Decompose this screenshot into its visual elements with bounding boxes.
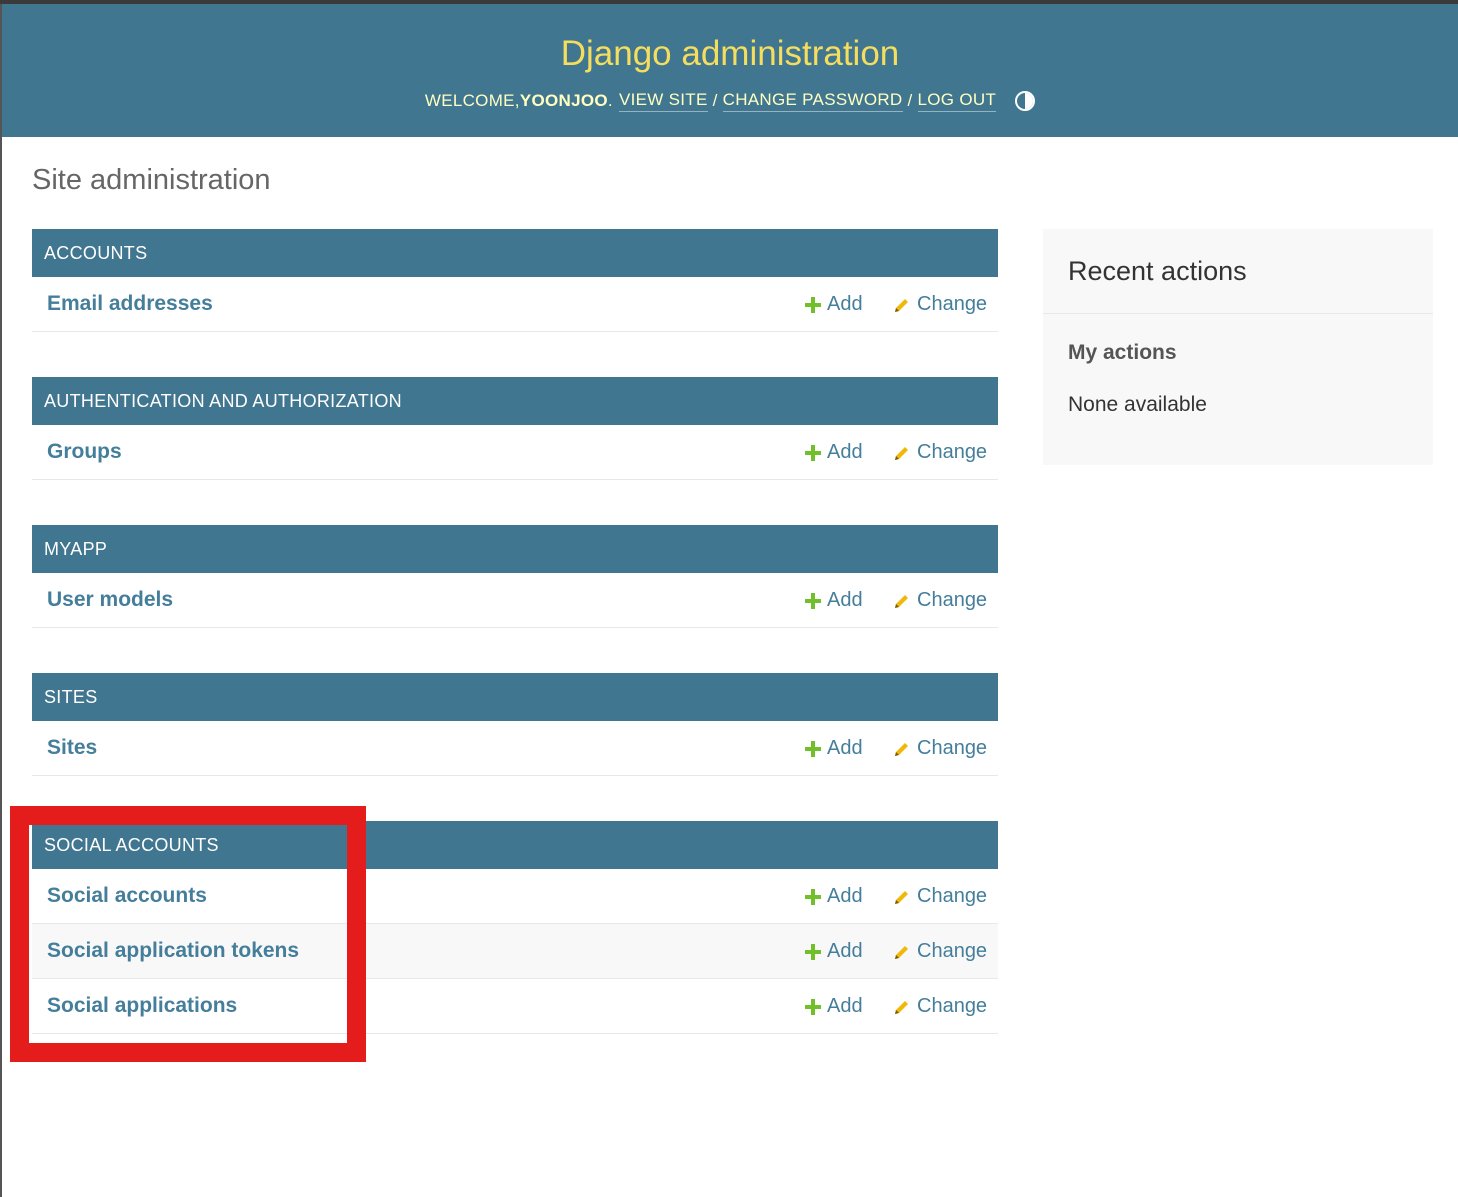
pencil-icon bbox=[895, 594, 908, 608]
model-link[interactable]: Social accounts bbox=[47, 884, 207, 908]
model-link[interactable]: Social applications bbox=[47, 994, 237, 1018]
contrast-toggle-icon[interactable] bbox=[1015, 91, 1036, 111]
add-label: Add bbox=[827, 885, 863, 907]
change-label: Change bbox=[917, 293, 988, 315]
module-caption[interactable]: SOCIAL ACCOUNTS bbox=[32, 821, 998, 869]
pencil-icon bbox=[895, 742, 908, 756]
module-social-accounts: SOCIAL ACCOUNTS Social accounts Add Chan… bbox=[32, 821, 998, 1034]
model-link[interactable]: Email addresses bbox=[47, 292, 213, 316]
plus-icon bbox=[805, 740, 821, 757]
window-left-edge bbox=[0, 4, 2, 1197]
module-accounts: ACCOUNTS Email addresses Add Change bbox=[32, 229, 998, 332]
model-link[interactable]: User models bbox=[47, 588, 173, 612]
site-branding[interactable]: Django administration bbox=[2, 34, 1458, 74]
change-button[interactable]: Change bbox=[893, 940, 987, 963]
plus-icon bbox=[805, 296, 821, 313]
model-link[interactable]: Sites bbox=[47, 736, 97, 760]
change-label: Change bbox=[917, 589, 988, 611]
plus-icon bbox=[805, 943, 821, 960]
change-label: Change bbox=[917, 995, 988, 1017]
change-button[interactable]: Change bbox=[893, 293, 987, 316]
username-suffix: . bbox=[607, 91, 613, 110]
add-label: Add bbox=[827, 995, 863, 1017]
module-sites: SITES Sites Add Change bbox=[32, 673, 998, 776]
add-button[interactable]: Add bbox=[805, 589, 863, 612]
module-caption[interactable]: ACCOUNTS bbox=[32, 229, 998, 277]
change-label: Change bbox=[917, 940, 988, 962]
user-tools: WELCOME, YOONJOO . VIEW SITE / CHANGE PA… bbox=[2, 90, 1458, 112]
pencil-icon bbox=[895, 298, 908, 312]
add-button[interactable]: Add bbox=[805, 885, 863, 908]
model-row-social-applications: Social applications Add Change bbox=[32, 979, 998, 1034]
add-button[interactable]: Add bbox=[805, 293, 863, 316]
change-button[interactable]: Change bbox=[893, 737, 987, 760]
add-label: Add bbox=[827, 940, 863, 962]
admin-header: Django administration WELCOME, YOONJOO .… bbox=[2, 4, 1458, 137]
plus-icon bbox=[805, 888, 821, 905]
empty-actions-text: None available bbox=[1068, 393, 1207, 416]
change-button[interactable]: Change bbox=[893, 995, 987, 1018]
add-label: Add bbox=[827, 441, 863, 463]
add-button[interactable]: Add bbox=[805, 737, 863, 760]
pencil-icon bbox=[895, 1000, 908, 1014]
username: YOONJOO bbox=[519, 91, 608, 110]
module-caption[interactable]: MYAPP bbox=[32, 525, 998, 573]
add-label: Add bbox=[827, 737, 863, 759]
module-caption[interactable]: SITES bbox=[32, 673, 998, 721]
change-button[interactable]: Change bbox=[893, 441, 987, 464]
add-label: Add bbox=[827, 293, 863, 315]
plus-icon bbox=[805, 998, 821, 1015]
change-button[interactable]: Change bbox=[893, 885, 987, 908]
model-row-user-models: User models Add Change bbox=[32, 573, 998, 628]
page-title: Site administration bbox=[32, 164, 271, 196]
plus-icon bbox=[805, 444, 821, 461]
change-button[interactable]: Change bbox=[893, 589, 987, 612]
module-caption[interactable]: AUTHENTICATION AND AUTHORIZATION bbox=[32, 377, 998, 425]
pencil-icon bbox=[895, 945, 908, 959]
my-actions-heading: My actions bbox=[1068, 341, 1177, 364]
separator: / bbox=[907, 91, 913, 110]
add-button[interactable]: Add bbox=[805, 441, 863, 464]
add-button[interactable]: Add bbox=[805, 940, 863, 963]
model-link[interactable]: Groups bbox=[47, 440, 122, 464]
change-label: Change bbox=[917, 737, 988, 759]
change-password-link[interactable]: CHANGE PASSWORD bbox=[722, 90, 903, 112]
model-row-email-addresses: Email addresses Add Change bbox=[32, 277, 998, 332]
model-link[interactable]: Social application tokens bbox=[47, 939, 299, 963]
add-label: Add bbox=[827, 589, 863, 611]
model-row-groups: Groups Add Change bbox=[32, 425, 998, 480]
view-site-link[interactable]: VIEW SITE bbox=[618, 90, 708, 112]
change-label: Change bbox=[917, 885, 988, 907]
log-out-button[interactable]: LOG OUT bbox=[917, 90, 997, 112]
add-button[interactable]: Add bbox=[805, 995, 863, 1018]
plus-icon bbox=[805, 592, 821, 609]
recent-actions-title: Recent actions bbox=[1043, 229, 1433, 314]
recent-actions-panel: Recent actions My actions None available bbox=[1043, 229, 1433, 465]
pencil-icon bbox=[895, 890, 908, 904]
model-row-social-application-tokens: Social application tokens Add Change bbox=[32, 924, 998, 979]
model-row-sites: Sites Add Change bbox=[32, 721, 998, 776]
module-myapp: MYAPP User models Add Change bbox=[32, 525, 998, 628]
model-row-social-accounts: Social accounts Add Change bbox=[32, 869, 998, 924]
pencil-icon bbox=[895, 446, 908, 460]
module-authentication: AUTHENTICATION AND AUTHORIZATION Groups … bbox=[32, 377, 998, 480]
separator: / bbox=[712, 91, 718, 110]
welcome-text: WELCOME, bbox=[424, 91, 520, 110]
change-label: Change bbox=[917, 441, 988, 463]
